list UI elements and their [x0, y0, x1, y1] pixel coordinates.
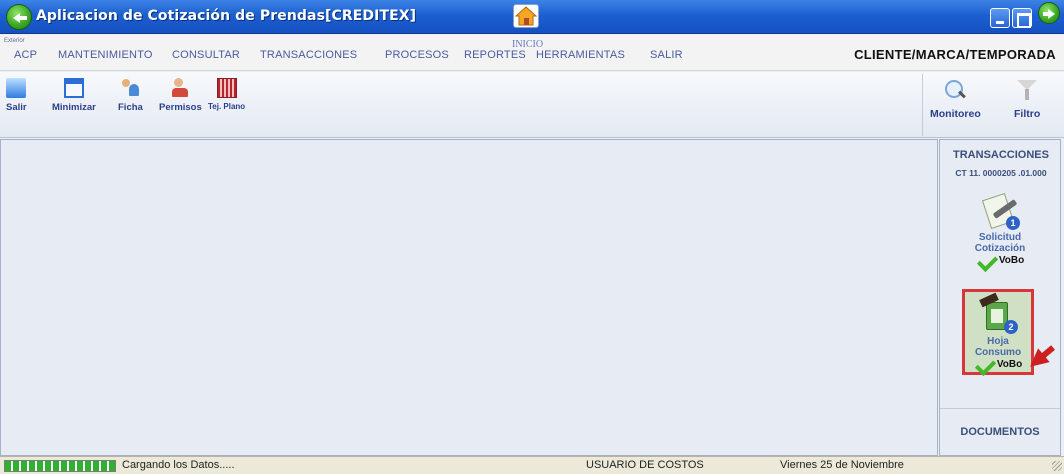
loading-progress-bar: [4, 460, 116, 472]
menu-item-transacciones[interactable]: TRANSACCIONES: [260, 49, 357, 61]
minimizar-label: Minimizar: [52, 102, 96, 113]
monitoreo-button[interactable]: Monitoreo: [930, 78, 981, 120]
consumption-sheet-icon: 2: [976, 292, 1020, 336]
window-title: Aplicacion de Cotización de Prendas[CRED…: [36, 8, 417, 24]
step-solicitud-cotizacion[interactable]: 1 Solicitud Cotización VoBo: [964, 192, 1036, 266]
loading-status: Cargando los Datos.....: [122, 459, 235, 471]
current-user: USUARIO DE COSTOS: [586, 459, 704, 471]
salir-button[interactable]: Salir: [6, 78, 27, 113]
quote-request-icon: 1: [978, 192, 1022, 232]
window-controls: [990, 8, 1032, 28]
minimize-icon[interactable]: [990, 8, 1010, 28]
menu-tiny-label: Exterior: [4, 38, 25, 44]
menu-item-acp[interactable]: ACP: [14, 49, 37, 61]
step-label-line1: Solicitud: [978, 232, 1022, 243]
step-label-line2: Cotización: [974, 243, 1026, 254]
checkmark-icon: [976, 256, 996, 266]
permisos-button[interactable]: Permisos: [159, 78, 202, 113]
panel-title: TRANSACCIONES: [953, 149, 1049, 161]
vobo-label: VoBo: [998, 255, 1025, 266]
minimizar-button[interactable]: Minimizar: [52, 78, 96, 113]
minimize-window-icon: [63, 78, 84, 98]
filtro-button[interactable]: Filtro: [1014, 78, 1040, 120]
back-arrow-icon[interactable]: [6, 4, 32, 30]
step-label-line1: Hoja: [987, 336, 1009, 347]
maximize-icon[interactable]: [1012, 8, 1032, 28]
documents-section[interactable]: DOCUMENTOS: [940, 408, 1060, 455]
toolbar: Salir Minimizar Ficha Permisos Tej. Plan…: [0, 72, 1064, 138]
permissions-icon: [170, 78, 190, 98]
quotation-code: CT 11. 0000205 .01.000: [955, 168, 1047, 178]
resize-grip-icon[interactable]: [1052, 461, 1062, 471]
checkmark-icon: [974, 360, 994, 370]
menu-item-consultar[interactable]: CONSULTAR: [172, 49, 240, 61]
salir-label: Salir: [6, 102, 27, 113]
current-date: Viernes 25 de Noviembre: [780, 459, 904, 471]
filtro-label: Filtro: [1014, 108, 1041, 120]
tej-plano-button[interactable]: Tej. Plano: [208, 78, 245, 111]
menu-item-reportes[interactable]: REPORTES: [464, 49, 526, 61]
menu-item-herramientas[interactable]: HERRAMIENTAS: [536, 49, 625, 61]
users-icon: [120, 78, 140, 98]
monitoreo-label: Monitoreo: [930, 108, 981, 120]
menu-item-salir[interactable]: SALIR: [650, 49, 683, 61]
permisos-label: Permisos: [159, 102, 202, 113]
fabric-icon: [216, 78, 237, 98]
vobo-status: VoBo: [976, 255, 1024, 266]
main-content-area: [0, 139, 938, 456]
vobo-status: VoBo: [974, 359, 1022, 370]
ficha-label: Ficha: [118, 102, 143, 113]
client-brand-season-label: CLIENTE/MARCA/TEMPORADA: [854, 47, 1056, 62]
step-number: 2: [1004, 320, 1018, 334]
menu-bar: Exterior ACP MANTENIMIENTO CONSULTAR TRA…: [0, 35, 1064, 71]
forward-arrow-icon[interactable]: [1038, 2, 1060, 24]
tej-plano-label: Tej. Plano: [208, 102, 246, 111]
filter-icon: [1015, 78, 1039, 102]
menu-item-mantenimiento[interactable]: MANTENIMIENTO: [58, 49, 153, 61]
step-label-line2: Consumo: [974, 347, 1022, 358]
magnifier-icon: [943, 78, 967, 102]
title-bar: Aplicacion de Cotización de Prendas[CRED…: [0, 0, 1064, 34]
exit-icon: [6, 78, 27, 98]
step-hoja-consumo[interactable]: 2 Hoja Consumo VoBo: [962, 289, 1034, 375]
step-number: 1: [1006, 216, 1020, 230]
vobo-label: VoBo: [996, 359, 1023, 370]
home-icon[interactable]: [513, 4, 539, 28]
menu-item-procesos[interactable]: PROCESOS: [385, 49, 449, 61]
app-window: Aplicacion de Cotización de Prendas[CRED…: [0, 0, 1064, 474]
status-bar: Cargando los Datos..... USUARIO DE COSTO…: [0, 456, 1064, 474]
ficha-button[interactable]: Ficha: [118, 78, 143, 113]
toolbar-divider: [922, 74, 923, 136]
transactions-panel: TRANSACCIONES CT 11. 0000205 .01.000 1 S…: [939, 139, 1061, 456]
